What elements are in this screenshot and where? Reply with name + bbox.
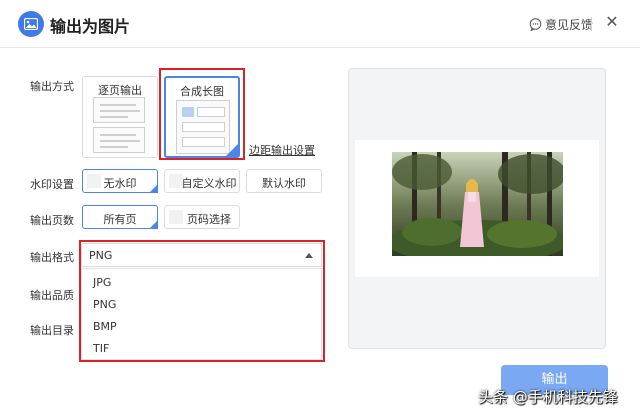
format-option-tif[interactable]: TIF — [82, 337, 321, 359]
long-image-option[interactable]: 合成长图 ✓ — [164, 76, 252, 158]
overlay-watermark-text: 头条 @手机科技先锋 — [478, 388, 618, 406]
default-watermark-option[interactable]: 默认水印 — [246, 169, 322, 193]
feedback-label: 意见反馈 — [545, 18, 594, 32]
format-dropdown-menu: JPG PNG BMP TIF — [81, 268, 322, 360]
titlebar-divider — [591, 17, 592, 31]
preview-photo — [392, 152, 563, 256]
selected-check-icon — [149, 220, 158, 229]
page-by-page-label: 逐页输出 — [98, 84, 142, 97]
page-by-page-option[interactable]: 逐页输出 — [82, 76, 158, 158]
custom-watermark-option[interactable]: 自定义水印 — [164, 169, 240, 193]
dialog-title: 输出为图片 — [50, 17, 131, 36]
selected-check-icon: ✓ — [225, 143, 252, 157]
format-selected-value: PNG — [89, 249, 113, 262]
watermark-label: 水印设置 — [30, 178, 74, 191]
page-thumbnail-icon — [93, 127, 145, 153]
format-label: 输出格式 — [30, 251, 74, 264]
all-pages-label: 所有页 — [103, 213, 137, 226]
export-to-image-dialog: 输出为图片 意见反馈 ✕ 输出方式 逐页输出 合成长图 ✓ 边距输出设置 水印设… — [0, 0, 640, 420]
app-image-icon — [18, 11, 44, 37]
output-mode-label: 输出方式 — [30, 80, 74, 93]
page-thumbnail-icon — [93, 97, 145, 123]
pages-label: 输出页数 — [30, 214, 74, 227]
directory-label: 输出目录 — [30, 324, 74, 337]
margin-settings-link[interactable]: 边距输出设置 — [249, 142, 315, 158]
format-option-jpg[interactable]: JPG — [82, 271, 321, 293]
title-bar: 输出为图片 意见反馈 ✕ — [0, 0, 640, 48]
custom-watermark-label: 自定义水印 — [181, 177, 237, 190]
page-range-label: 页码选择 — [187, 213, 231, 226]
default-watermark-label: 默认水印 — [262, 177, 306, 190]
feedback-button[interactable]: 意见反馈 — [529, 16, 593, 33]
close-icon[interactable]: ✕ — [603, 13, 621, 31]
chat-bubble-icon — [529, 18, 542, 31]
no-watermark-option[interactable]: 无水印 — [82, 169, 158, 193]
caret-up-icon — [305, 253, 313, 258]
format-select[interactable]: PNG — [81, 243, 322, 267]
page-range-option[interactable]: 页码选择 — [164, 205, 240, 229]
all-pages-option[interactable]: 所有页 — [82, 205, 158, 229]
long-image-label: 合成长图 — [180, 85, 224, 98]
no-watermark-label: 无水印 — [103, 177, 137, 190]
format-option-bmp[interactable]: BMP — [82, 315, 321, 337]
long-image-thumbnail-icon — [176, 100, 230, 154]
format-option-png[interactable]: PNG — [82, 293, 321, 315]
quality-label: 输出品质 — [30, 289, 74, 302]
selected-check-icon — [149, 184, 158, 193]
